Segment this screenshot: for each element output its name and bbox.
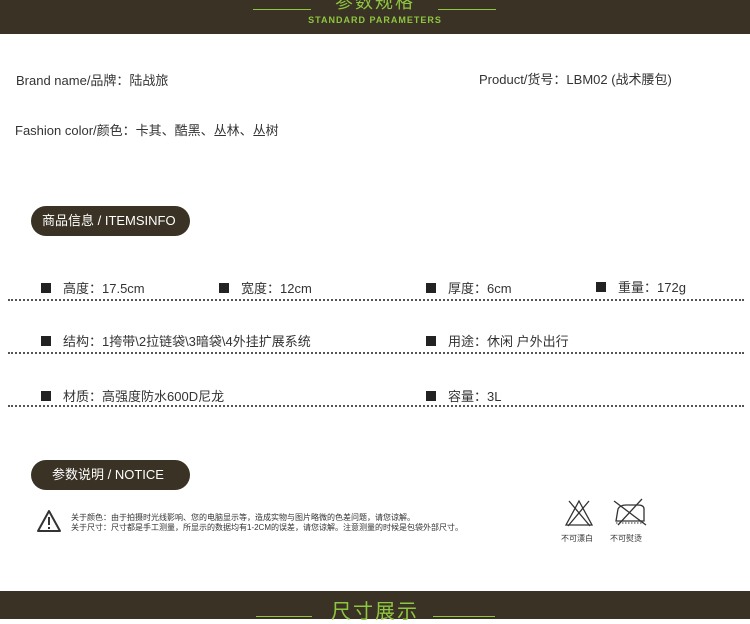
dotted-divider	[8, 299, 744, 301]
spec-structure: 结构：1挎带\2拉链袋\3暗袋\4外挂扩展系统	[41, 331, 311, 350]
product-code: Product/货号：LBM02 (战术腰包)	[479, 72, 672, 87]
footer-title-cn: 尺寸展示	[331, 601, 419, 623]
bullet-square	[426, 335, 436, 346]
spec-thickness: 厚度：6cm	[426, 278, 512, 297]
warning-icon	[37, 510, 61, 532]
spec-width: 宽度：12cm	[219, 278, 312, 297]
spec-height: 高度：17.5cm	[41, 278, 145, 297]
spec-weight: 重量：172g	[596, 277, 686, 296]
no-iron-label: 不可熨烫	[610, 534, 642, 543]
notice-size: 关于尺寸：尺寸都是手工测量，所显示的数据均有1-2CM的误差，请您谅解。注意测量…	[71, 523, 463, 532]
header-title-cn: 参数规格	[335, 0, 415, 12]
notice-color: 关于颜色：由于拍摄时光线影响、您的电脑显示等，造成实物与图片略微的色差问题，请您…	[71, 513, 415, 522]
bullet-square	[41, 390, 51, 401]
spec-material: 材质：高强度防水600D尼龙	[41, 386, 224, 405]
footer-band: 尺寸展示	[0, 591, 750, 623]
no-bleach-icon	[564, 499, 594, 527]
no-iron-icon	[613, 498, 647, 526]
dotted-divider	[8, 352, 744, 354]
header-band: 参数规格 STANDARD PARAMETERS	[0, 0, 750, 34]
header-title-en: STANDARD PARAMETERS	[308, 15, 442, 25]
bullet-square	[426, 390, 436, 401]
spec-capacity: 容量：3L	[426, 386, 501, 405]
bullet-square	[219, 282, 229, 293]
spec-usage: 用途：休闲 户外出行	[426, 331, 569, 350]
items-info-heading: 商品信息 / ITEMSINFO	[31, 206, 190, 236]
bullet-square	[41, 335, 51, 346]
dotted-divider	[8, 405, 744, 407]
brand-name: Brand name/品牌：陆战旅	[16, 73, 169, 88]
no-bleach-label: 不可漂白	[561, 534, 593, 543]
bullet-square	[41, 282, 51, 293]
bullet-square	[596, 281, 606, 292]
notice-heading: 参数说明 / NOTICE	[31, 460, 190, 490]
bullet-square	[426, 282, 436, 293]
fashion-color: Fashion color/颜色：卡其、酷黑、丛林、丛树	[15, 123, 279, 138]
